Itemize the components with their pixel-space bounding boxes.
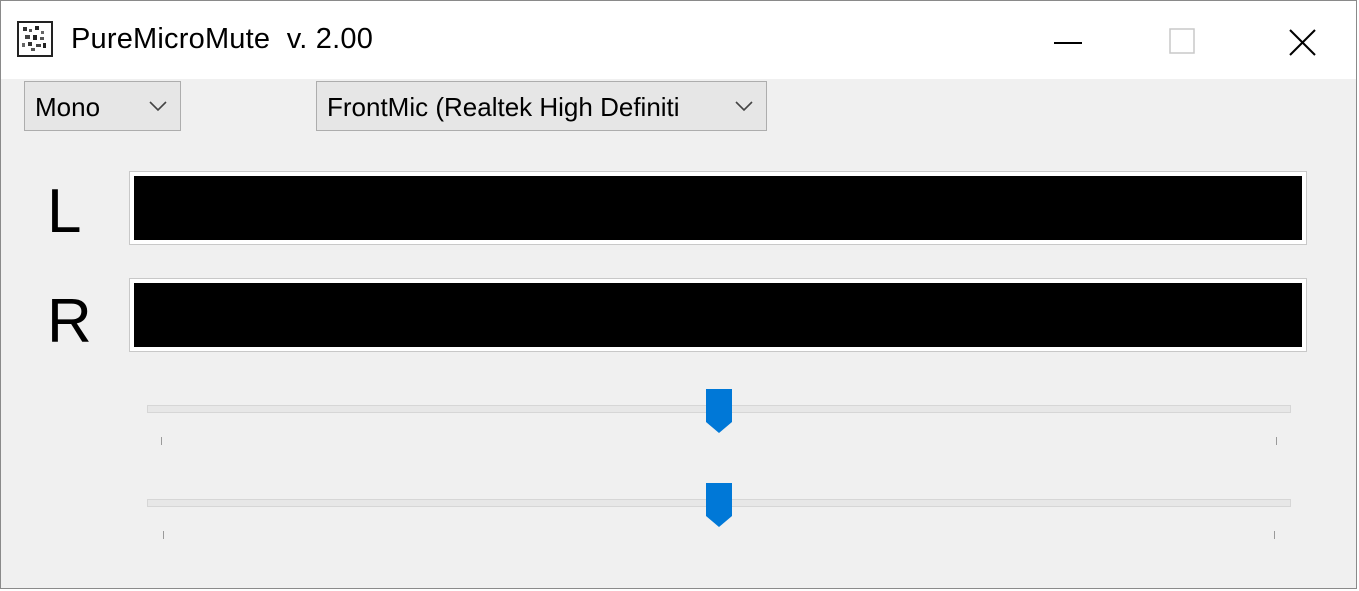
maximize-icon xyxy=(1169,28,1195,54)
app-icon[interactable] xyxy=(17,21,53,57)
right-meter-track xyxy=(134,283,1302,347)
left-level-meter xyxy=(129,171,1307,245)
slider-1[interactable] xyxy=(147,385,1291,445)
close-icon xyxy=(1289,29,1316,56)
left-meter-track xyxy=(134,176,1302,240)
maximize-button[interactable] xyxy=(1124,1,1242,79)
slider-thumb[interactable] xyxy=(705,388,733,434)
slider-tick-max xyxy=(1274,531,1275,539)
app-window: PureMicroMute v. 2.00 Mono FrontMic (Rea… xyxy=(0,0,1357,589)
right-channel-label: R xyxy=(47,287,92,356)
channel-mode-value: Mono xyxy=(35,92,101,122)
channel-mode-select[interactable]: Mono xyxy=(24,81,181,131)
slider-thumb[interactable] xyxy=(705,482,733,528)
minimize-icon xyxy=(1054,42,1082,44)
slider-tick-max xyxy=(1276,437,1277,445)
window-title: PureMicroMute v. 2.00 xyxy=(71,23,374,55)
slider-tick-min xyxy=(163,531,164,539)
slider-tick-min xyxy=(161,437,162,445)
chevron-down-icon xyxy=(735,101,753,112)
minimize-button[interactable] xyxy=(1006,1,1124,79)
title-bar[interactable]: PureMicroMute v. 2.00 xyxy=(1,1,1356,79)
input-device-value: FrontMic (Realtek High Definiti xyxy=(327,92,680,122)
chevron-down-icon xyxy=(149,101,167,112)
left-channel-label: L xyxy=(47,177,82,246)
input-device-select[interactable]: FrontMic (Realtek High Definiti xyxy=(316,81,767,131)
slider-2[interactable] xyxy=(147,479,1291,539)
close-button[interactable] xyxy=(1242,1,1356,79)
right-level-meter xyxy=(129,278,1307,352)
